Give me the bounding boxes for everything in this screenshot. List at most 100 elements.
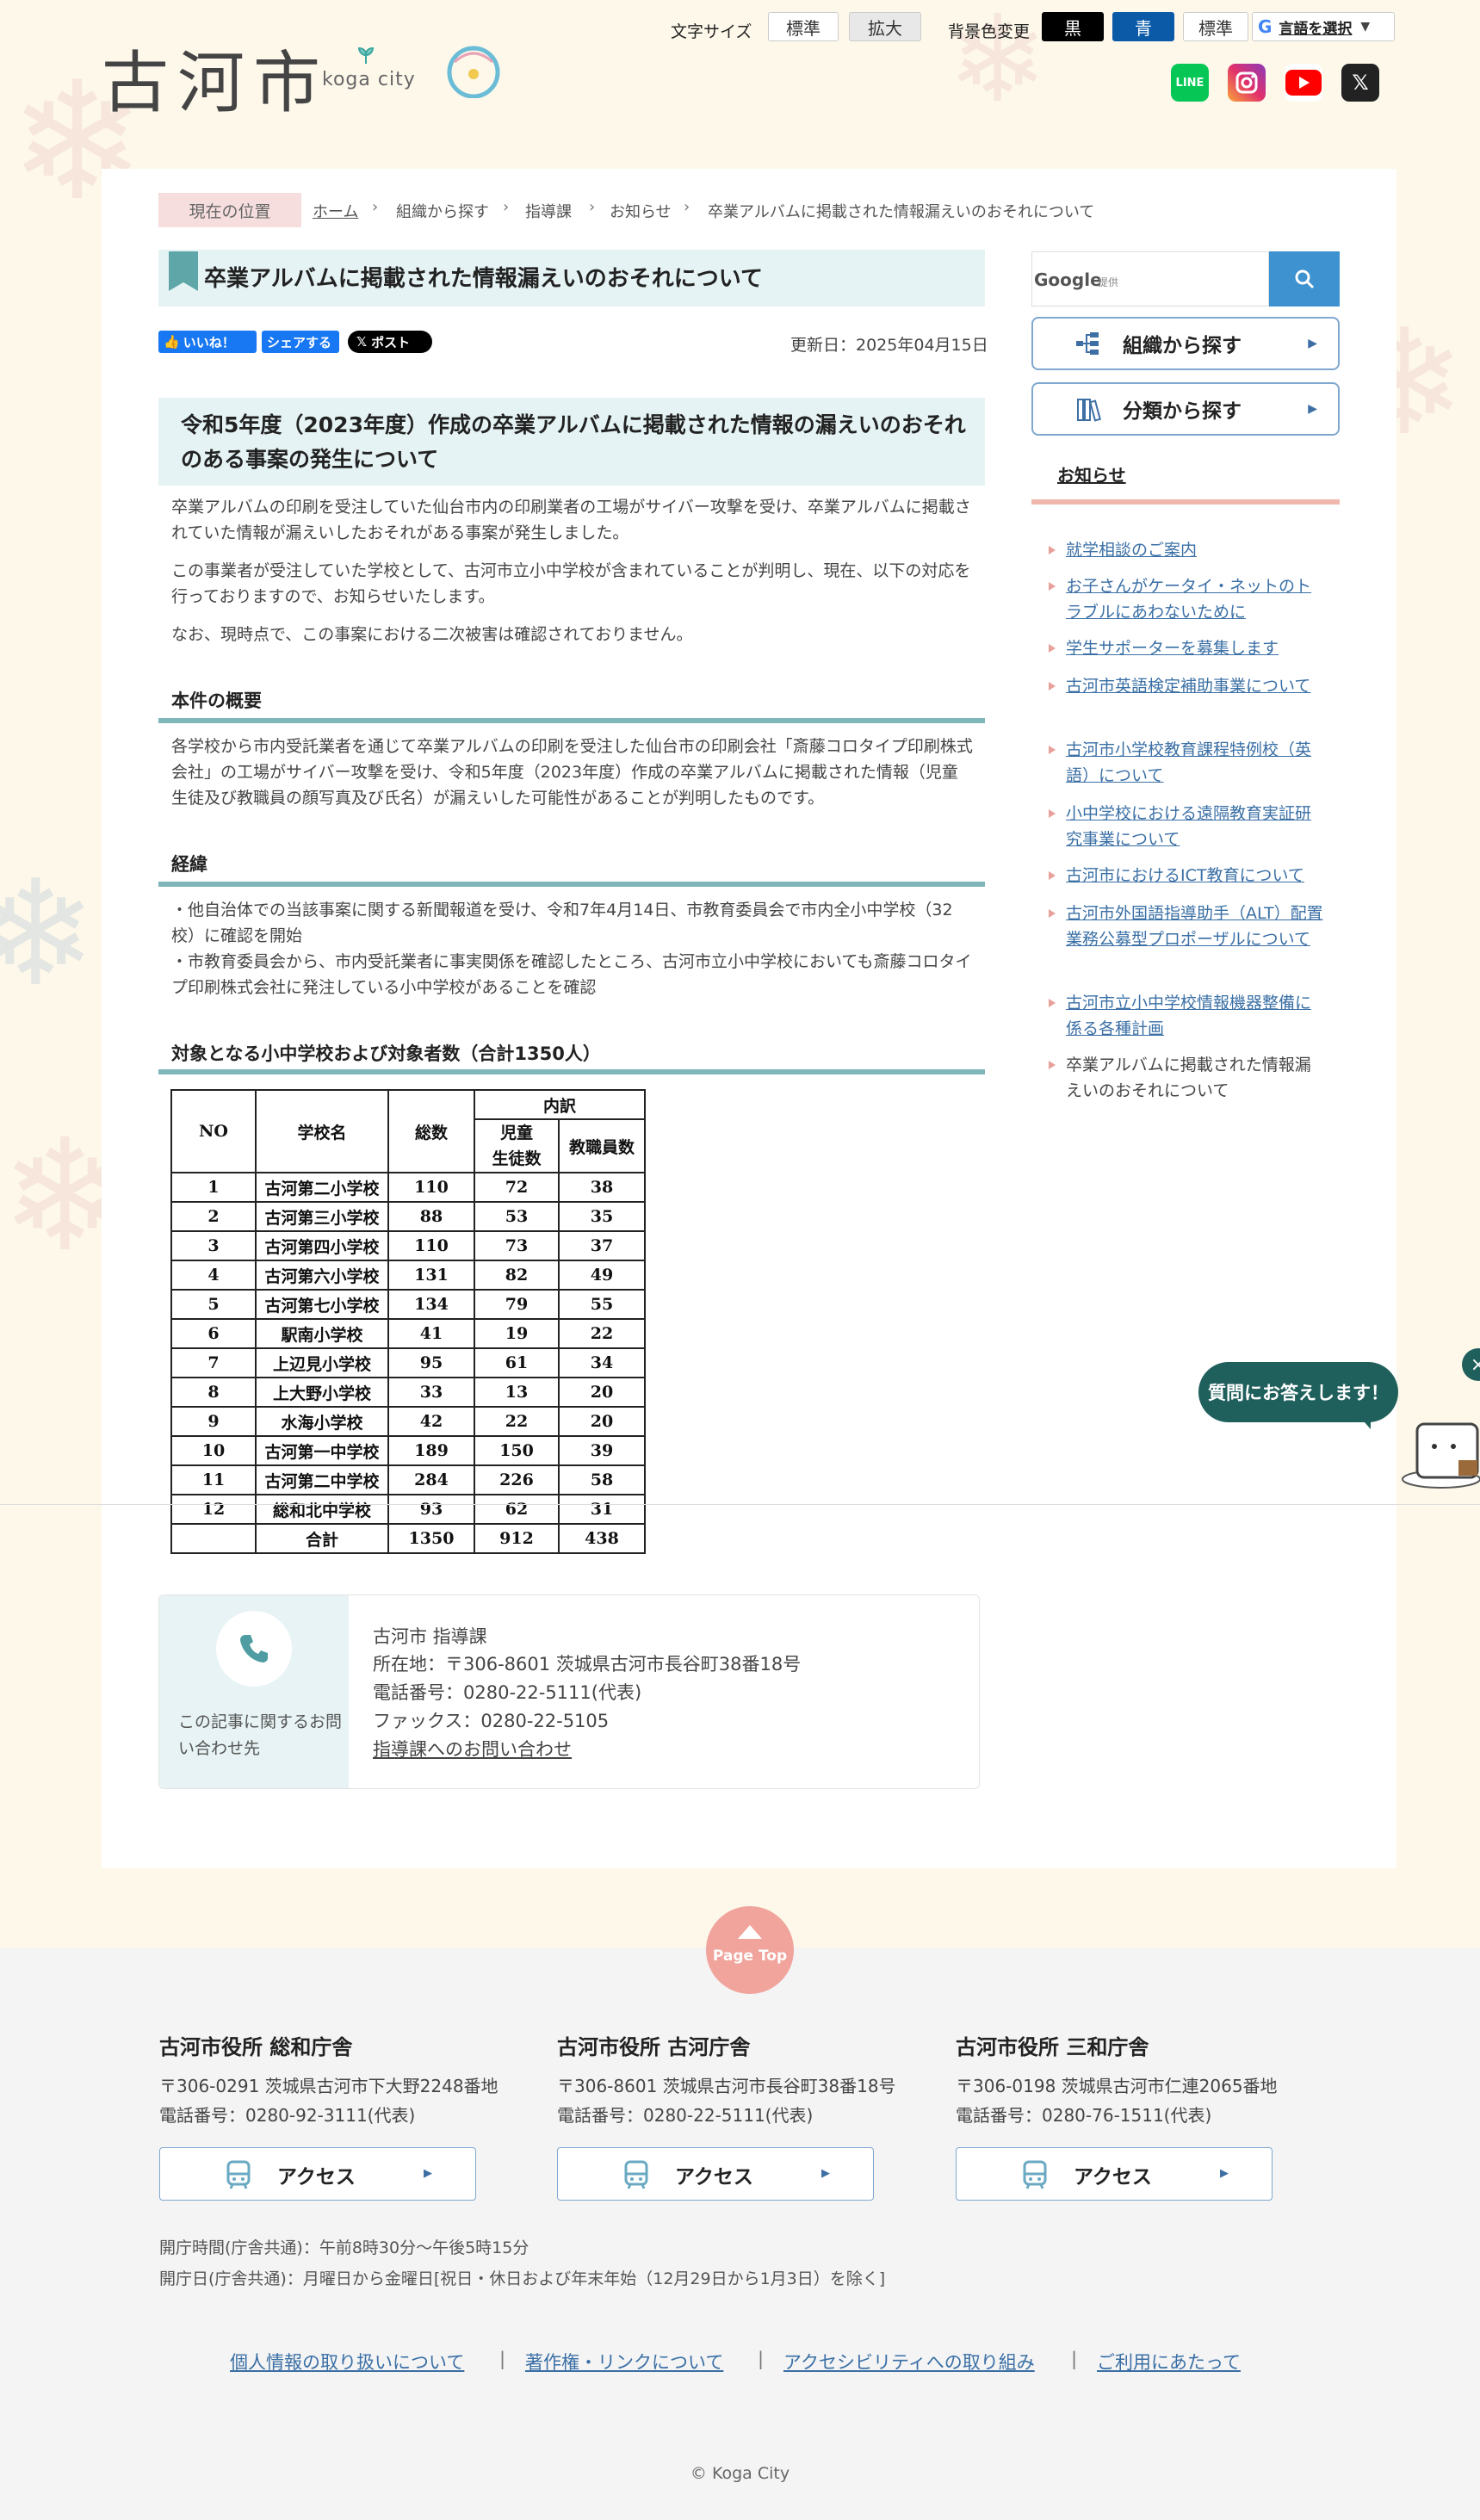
table-cell: 20: [558, 1406, 646, 1437]
history-item: ・市教育委員会から、市内受託業者に事実関係を確認したところ、古河市立小中学校にお…: [171, 952, 972, 997]
news-item-link[interactable]: お子さんがケータイ・ネットのトラブルにあわないために: [1049, 573, 1324, 625]
news-heading[interactable]: お知らせ: [1057, 461, 1126, 486]
table-cell: 7: [170, 1347, 257, 1378]
access-button[interactable]: アクセス ▶: [557, 2147, 874, 2201]
office-phone: 電話番号：0280-76-1511(代表): [956, 2105, 1212, 2126]
news-item-link[interactable]: 古河市英語検定補助事業について: [1049, 673, 1324, 699]
chat-bubble[interactable]: 質問にお答えします！: [1198, 1362, 1398, 1422]
chat-mascot-icon[interactable]: [1396, 1417, 1480, 1491]
search-by-org-button[interactable]: 組織から探す ▶: [1031, 317, 1340, 370]
table-row: 5 古河第七小学校 134 79 55: [170, 1289, 646, 1320]
table-cell: 19: [474, 1318, 560, 1349]
terms-link[interactable]: ご利用にあたって: [1097, 2349, 1241, 2374]
search-input[interactable]: Google 提供: [1031, 251, 1269, 306]
access-button[interactable]: アクセス ▶: [956, 2147, 1273, 2201]
background-standard-button[interactable]: 標準: [1183, 12, 1248, 41]
instagram-icon[interactable]: [1228, 64, 1266, 102]
bus-icon: [624, 2160, 648, 2189]
table-cell: 9: [170, 1406, 257, 1437]
privacy-link[interactable]: 個人情報の取り扱いについて: [230, 2349, 464, 2374]
table-cell: 22: [558, 1318, 646, 1349]
background-black-button[interactable]: 黒: [1042, 12, 1104, 41]
thumbs-up-icon: 👍: [164, 334, 180, 350]
news-item-link[interactable]: 古河市立小中学校情報機器整備に係る各種計画: [1049, 990, 1324, 1042]
table-cell: 131: [387, 1260, 475, 1291]
chevron-right-icon: ▶: [424, 2167, 432, 2180]
search-by-category-button[interactable]: 分類から探す ▶: [1031, 382, 1340, 436]
search-button[interactable]: [1269, 251, 1340, 306]
news-item-current: 卒業アルバムに掲載された情報漏えいのおそれについて: [1049, 1052, 1324, 1104]
books-icon: [1077, 399, 1101, 422]
table-cell: 10: [170, 1435, 257, 1466]
link-separator: |: [758, 2349, 765, 2369]
office-address: 〒306-8601 茨城県古河市長谷町38番18号: [557, 2076, 896, 2096]
contact-caption: この記事に関するお問い合わせ先: [178, 1712, 343, 1758]
table-row: 6 駅南小学校 41 19 22: [170, 1318, 646, 1349]
table-cell: 20: [558, 1377, 646, 1408]
breadcrumb-news-link[interactable]: お知らせ: [610, 200, 672, 222]
background-blue-button[interactable]: 青: [1112, 12, 1174, 41]
table-header-no: NO: [170, 1089, 257, 1173]
schools-table: NO 学校名 総数 内訳 児童 生徒数 教職員数 1 古河第二小学校 110 72 38 2…: [170, 1089, 646, 1554]
news-item-link[interactable]: 古河市におけるICT教育について: [1049, 863, 1324, 889]
site-logo[interactable]: 古河市: [102, 29, 329, 126]
sprout-icon: [357, 46, 375, 64]
office-phone: 電話番号：0280-92-3111(代表): [159, 2105, 416, 2126]
youtube-icon[interactable]: [1285, 64, 1322, 102]
news-item-link[interactable]: 小中学校における遠隔教育実証研究事業について: [1049, 801, 1324, 852]
table-cell: 93: [387, 1494, 475, 1525]
x-icon[interactable]: 𝕏: [1341, 64, 1379, 102]
google-label: Google: [1034, 269, 1102, 290]
contact-address: 所在地：〒306-8601 茨城県古河市長谷町38番18号: [373, 1654, 802, 1675]
org-chart-icon: [1076, 332, 1099, 355]
news-item-link[interactable]: 古河市小学校教育課程特例校（英語）について: [1049, 737, 1324, 789]
font-large-button[interactable]: 拡大: [849, 12, 921, 41]
copyright-link[interactable]: 著作権・リンクについて: [525, 2349, 723, 2374]
table-cell: 1: [170, 1172, 257, 1203]
table-cell: 総和北中学校: [255, 1494, 389, 1525]
table-cell: 31: [558, 1494, 646, 1525]
snowflake-decoration: ❄: [0, 849, 97, 1019]
table-cell: 72: [474, 1172, 560, 1203]
accessibility-link[interactable]: アクセシビリティへの取り組み: [783, 2349, 1035, 2374]
table-cell: 284: [387, 1464, 475, 1495]
office-name: 古河市役所 古河庁舎: [557, 2035, 751, 2059]
breadcrumb-separator-icon: ›: [589, 198, 596, 216]
access-label: アクセス: [675, 2166, 753, 2189]
news-heading-divider: [1031, 499, 1340, 505]
table-header-staff: 教職員数: [558, 1118, 646, 1173]
close-icon[interactable]: ×: [1462, 1348, 1480, 1381]
facebook-like-button[interactable]: 👍 いいね！: [158, 331, 257, 353]
contact-form-link[interactable]: 指導課へのお問い合わせ: [373, 1736, 572, 1762]
x-post-button[interactable]: 𝕏 ポスト: [348, 331, 432, 353]
table-row: 7 上辺見小学校 95 61 34: [170, 1347, 646, 1378]
line-icon[interactable]: LINE: [1171, 64, 1209, 102]
table-cell: 73: [474, 1230, 560, 1261]
table-cell: 古河第二中学校: [255, 1464, 389, 1495]
table-cell: 38: [558, 1172, 646, 1203]
table-cell: 古河第六小学校: [255, 1260, 389, 1291]
history-heading: 経緯: [171, 854, 207, 875]
breadcrumb-home-link[interactable]: ホーム: [313, 200, 358, 222]
breadcrumb-separator-icon: ›: [372, 198, 379, 216]
table-row: 10 古河第一中学校 189 150 39: [170, 1435, 646, 1466]
news-item-link[interactable]: 学生サポーターを募集します: [1049, 635, 1324, 661]
language-select[interactable]: G 言語を選択 ▼: [1252, 12, 1395, 41]
article-heading: 令和5年度（2023年度）作成の卒業アルバムに掲載された情報の漏えいのおそれのあ…: [181, 412, 966, 472]
copyright-text: © Koga City: [690, 2464, 790, 2483]
news-item-link[interactable]: 古河市外国語指導助手（ALT）配置業務公募型プロポーザルについて: [1049, 901, 1324, 952]
phone-icon: [216, 1611, 292, 1687]
access-button[interactable]: アクセス ▶: [159, 2147, 476, 2201]
chevron-right-icon: ▶: [1308, 402, 1317, 416]
table-cell: 4: [170, 1260, 257, 1291]
site-logo-subtitle: koga city: [322, 69, 416, 90]
news-item-link[interactable]: 就学相談のご案内: [1049, 537, 1324, 563]
page-top-button[interactable]: Page Top: [706, 1906, 794, 1994]
table-cell: 82: [474, 1260, 560, 1291]
table-cell: 古河第七小学校: [255, 1289, 389, 1320]
facebook-share-button[interactable]: シェアする: [262, 331, 339, 353]
breadcrumb-dept-link[interactable]: 指導課: [525, 200, 572, 222]
font-standard-button[interactable]: 標準: [768, 12, 839, 41]
breadcrumb-org-link[interactable]: 組織から探す: [396, 200, 489, 222]
contact-box: この記事に関するお問い合わせ先 古河市 指導課 所在地：〒306-8601 茨城…: [158, 1594, 980, 1789]
